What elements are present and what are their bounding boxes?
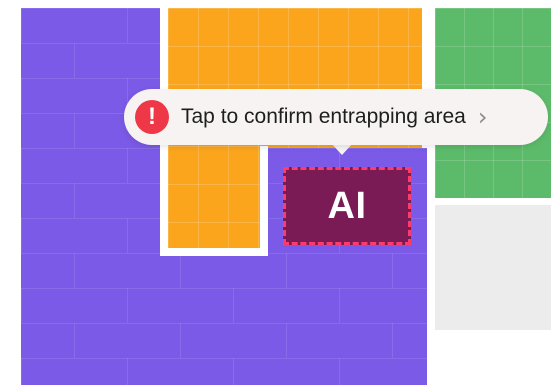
ai-block-label: AI: [327, 184, 367, 227]
orange-territory-bottom[interactable]: [160, 146, 268, 256]
ai-selected-block[interactable]: AI: [283, 167, 411, 245]
tooltip-message: Tap to confirm entrapping area: [181, 105, 466, 128]
game-board[interactable]: AI ! Tap to confirm entrapping area ›: [0, 0, 551, 385]
chevron-right-icon: ›: [477, 103, 488, 131]
exclamation-circle-icon: !: [135, 100, 169, 134]
confirm-area-tooltip[interactable]: ! Tap to confirm entrapping area ›: [124, 89, 548, 145]
neutral-area[interactable]: [435, 205, 551, 330]
alert-glyph: !: [148, 103, 156, 130]
